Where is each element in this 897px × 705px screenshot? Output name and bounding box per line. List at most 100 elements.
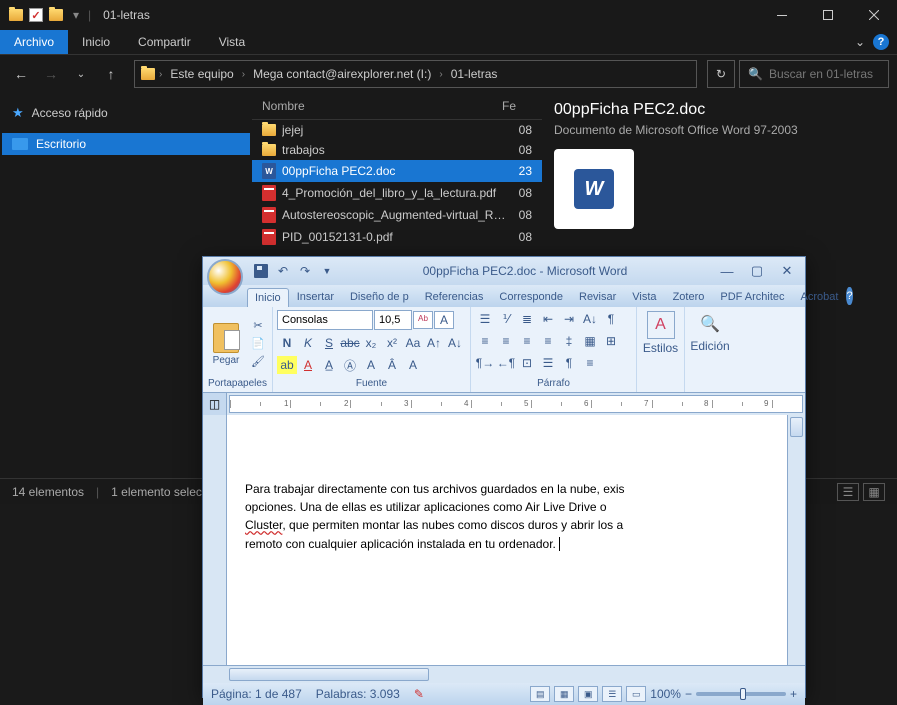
tab-referencias[interactable]: Referencias [417,287,492,307]
tab-pdf[interactable]: PDF Architec [712,287,792,307]
vertical-scrollbar[interactable] [787,415,805,665]
status-page[interactable]: Página: 1 de 487 [211,687,302,701]
ribbon-tab-vista[interactable]: Vista [205,30,259,54]
nav-back-button[interactable]: ← [8,61,34,87]
ribbon-tab-inicio[interactable]: Inicio [68,30,124,54]
bold-button[interactable]: N [277,334,297,352]
minimize-button[interactable] [759,0,805,30]
zoom-level[interactable]: 100% [650,687,681,701]
word-titlebar[interactable]: ↶ ↷ ▼ 00ppFicha PEC2.doc - Microsoft Wor… [203,257,805,285]
tab-zotero[interactable]: Zotero [665,287,713,307]
view-web-button[interactable]: ▣ [578,686,598,702]
rtl-button[interactable]: ←¶ [496,354,516,372]
ltr-button[interactable]: ¶→ [475,354,495,372]
char-shading-button[interactable]: A̲ [319,356,339,374]
align-center-button[interactable]: ≡ [496,332,516,350]
maximize-button[interactable] [805,0,851,30]
document-text[interactable]: Para trabajar directamente con tus archi… [245,481,769,554]
copy-button[interactable]: 📄 [249,335,267,351]
save-button[interactable] [251,261,271,281]
para-opt3-button[interactable]: ¶ [559,354,579,372]
subscript-button[interactable]: x₂ [361,334,381,352]
decrease-indent-button[interactable]: ⇤ [538,310,558,328]
qat-dropdown-icon[interactable]: ▾ [68,7,84,23]
strike-button[interactable]: abc [340,334,360,352]
status-words[interactable]: Palabras: 3.093 [316,687,400,701]
file-row[interactable]: Autostereoscopic_Augmented-virtual_Re...… [252,204,542,226]
horizontal-scrollbar[interactable] [203,665,805,683]
breadcrumb-segment[interactable]: 01-letras [447,67,502,81]
styles-button[interactable]: A Estilos [641,309,681,355]
nav-up-button[interactable]: ↑ [98,61,124,87]
sidebar-desktop[interactable]: Escritorio [2,133,250,155]
ruler-corner[interactable]: ◫ [203,393,227,415]
tab-diseno[interactable]: Diseño de p [342,287,417,307]
highlight-button[interactable]: ab [277,356,297,374]
close-button[interactable]: ✕ [773,261,801,281]
breadcrumb-segment[interactable]: Este equipo [166,67,237,81]
scrollbar-thumb[interactable] [229,668,429,681]
file-row[interactable]: jejej08 [252,120,542,140]
ribbon-tab-compartir[interactable]: Compartir [124,30,205,54]
qat-dropdown[interactable]: ▼ [317,261,337,281]
italic-button[interactable]: K [298,334,318,352]
document-page[interactable]: Para trabajar directamente con tus archi… [227,415,787,665]
change-case-button[interactable]: Aa [403,334,423,352]
minimize-button[interactable]: — [713,261,741,281]
ruler-vertical[interactable] [203,415,227,665]
line-spacing-button[interactable]: ‡ [559,332,579,350]
view-draft-button[interactable]: ▭ [626,686,646,702]
column-headers[interactable]: Nombre Fe [252,93,542,120]
column-name[interactable]: Nombre [262,99,502,113]
font-effects-button[interactable]: A [361,356,381,374]
view-outline-button[interactable]: ☰ [602,686,622,702]
search-input[interactable]: 🔍 Buscar en 01-letras [739,60,889,88]
tab-insertar[interactable]: Insertar [289,287,342,307]
breadcrumb-segment[interactable]: Mega contact@airexplorer.net (I:) [249,67,435,81]
grow-font-button[interactable]: A↑ [424,334,444,352]
tab-acrobat[interactable]: Acrobat [793,287,847,307]
ruler-horizontal[interactable]: ◫ 12 34 56 78 9 [203,393,805,415]
sidebar-quick-access[interactable]: ★ Acceso rápido [0,101,252,125]
font-size-input[interactable]: 10,5 [374,310,412,330]
bullets-button[interactable]: ☰ [475,310,495,328]
underline-button[interactable]: S [319,334,339,352]
borders-button[interactable]: ⊞ [601,332,621,350]
explorer-titlebar[interactable]: ✓ ▾ | 01-letras [0,0,897,30]
format-painter-button[interactable]: 🖌 [249,353,267,369]
help-icon[interactable]: ? [846,287,852,305]
undo-button[interactable]: ↶ [273,261,293,281]
clear-format-button[interactable]: ᴬᵇ [413,311,433,329]
nav-recent-dropdown[interactable]: ⌄ [68,61,94,87]
para-opt1-button[interactable]: ⊡ [517,354,537,372]
show-marks-button[interactable]: ¶ [601,310,621,328]
nav-forward-button[interactable]: → [38,61,64,87]
superscript-button[interactable]: x² [382,334,402,352]
sort-button[interactable]: A↓ [580,310,600,328]
find-button[interactable]: 🔍 Edición [690,309,730,353]
para-opt2-button[interactable]: ☰ [538,354,558,372]
chevron-right-icon[interactable]: › [242,69,245,80]
shading-button[interactable]: ▦ [580,332,600,350]
address-bar[interactable]: › Este equipo › Mega contact@airexplorer… [134,60,697,88]
cut-button[interactable]: ✂ [249,317,267,333]
close-button[interactable] [851,0,897,30]
view-print-button[interactable]: ▤ [530,686,550,702]
shrink-font-button[interactable]: A↓ [445,334,465,352]
view-details-button[interactable]: ☰ [837,483,859,501]
view-icons-button[interactable]: ▦ [863,483,885,501]
file-row[interactable]: 4_Promoción_del_libro_y_la_lectura.pdf08 [252,182,542,204]
file-row[interactable]: W00ppFicha PEC2.doc23 [252,160,542,182]
help-icon[interactable]: ? [873,34,889,50]
paste-button[interactable]: Pegar [207,321,245,366]
file-row[interactable]: PID_00152131-0.pdf08 [252,226,542,248]
increase-indent-button[interactable]: ⇥ [559,310,579,328]
tab-correspondencia[interactable]: Corresponde [491,287,571,307]
multilevel-button[interactable]: ≣ [517,310,537,328]
column-date[interactable]: Fe [502,99,532,113]
slider-thumb[interactable] [740,688,746,700]
phonetic-button[interactable]: Â [382,356,402,374]
zoom-slider[interactable] [696,692,786,696]
align-right-button[interactable]: ≡ [517,332,537,350]
chevron-right-icon[interactable]: › [439,69,442,80]
